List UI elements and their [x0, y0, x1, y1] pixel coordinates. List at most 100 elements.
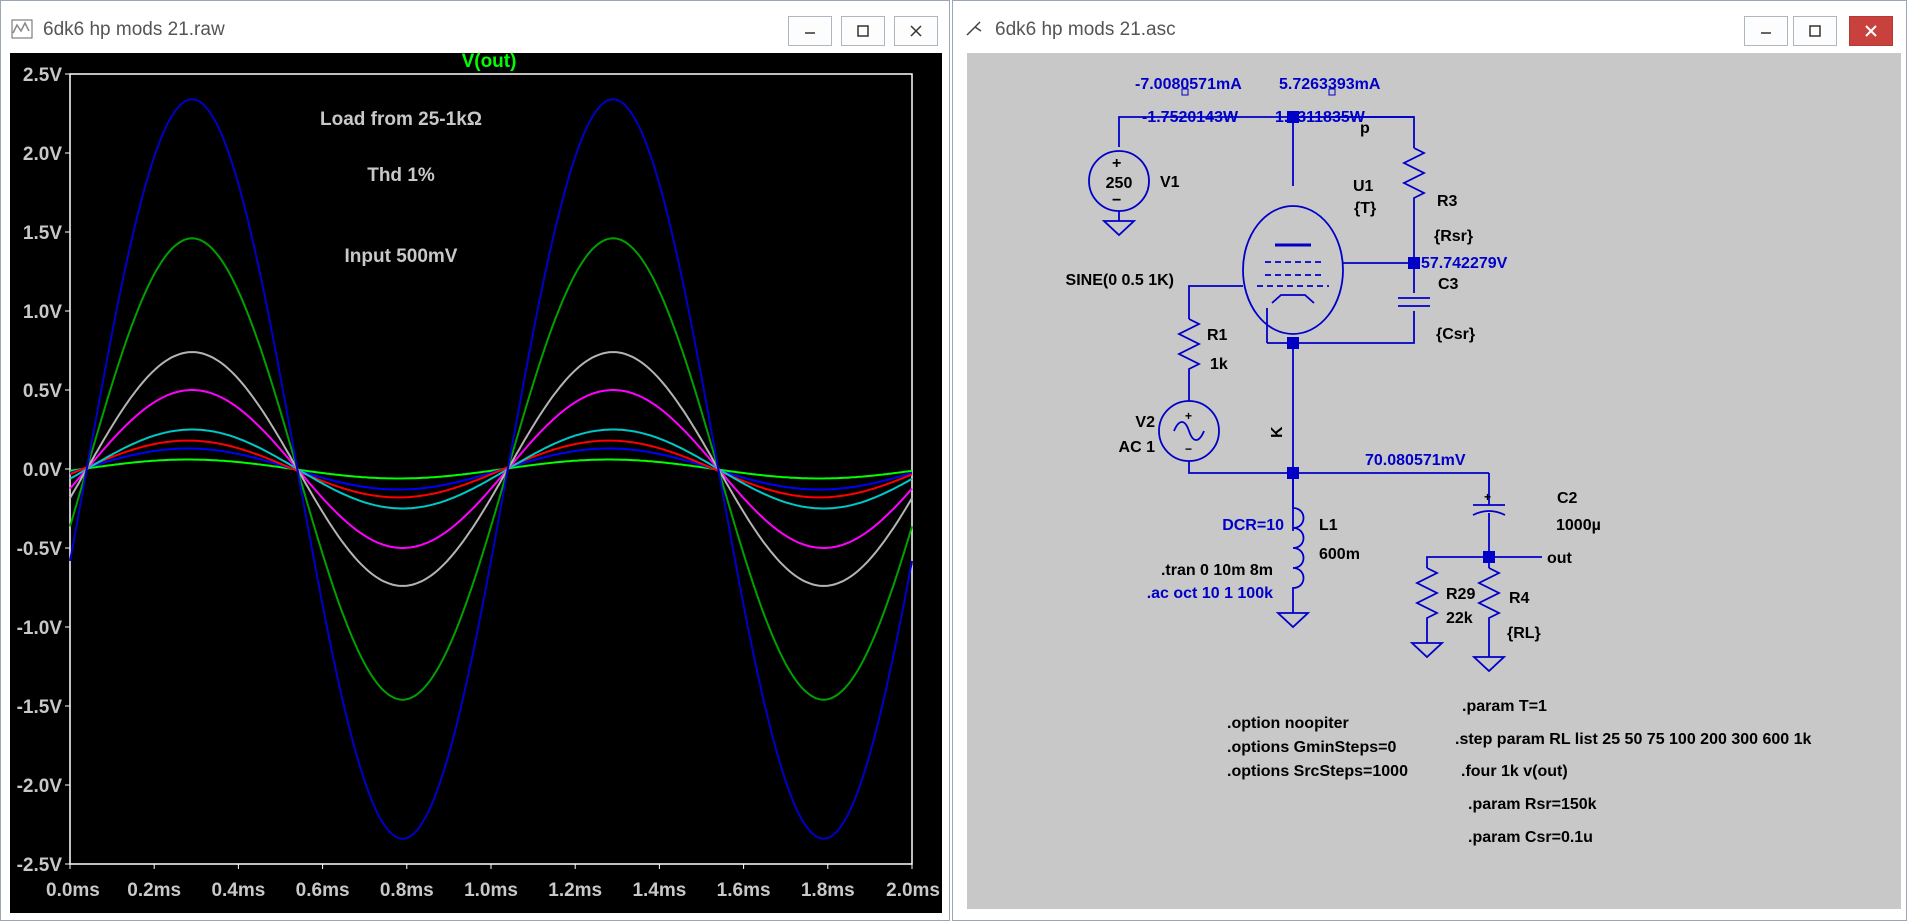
y-tick-label: 2.0V: [23, 144, 62, 165]
waveform-plot-area[interactable]: V(out) 2.5V 2.0V 1.5V 1.0V 0.5V 0.0V -0.5V -1.0…: [10, 51, 942, 913]
vout-trace[interactable]: [69, 98, 913, 840]
l1-name[interactable]: L1: [1319, 517, 1338, 534]
node-dot: [1287, 337, 1299, 349]
waveform-app-icon: [11, 19, 33, 39]
vout-trace[interactable]: [69, 351, 913, 587]
c3-name[interactable]: C3: [1438, 276, 1459, 293]
wire-grid[interactable]: [1188, 285, 1243, 319]
minimize-button[interactable]: [1744, 16, 1788, 46]
maximize-icon: [857, 25, 869, 37]
node-dot: [1408, 257, 1420, 269]
maximize-button[interactable]: [1793, 16, 1837, 46]
tran-directive[interactable]: .tran 0 10m 8m: [1161, 562, 1273, 579]
v2-value[interactable]: AC 1: [1119, 439, 1156, 456]
v1-name[interactable]: V1: [1160, 174, 1180, 191]
vout-trace[interactable]: [69, 458, 913, 480]
r4-name[interactable]: R4: [1509, 590, 1530, 607]
y-tick-label: -0.5V: [17, 539, 63, 560]
directive-srcsteps[interactable]: .options SrcSteps=1000: [1227, 763, 1408, 780]
schematic-canvas[interactable]: + − + − + -7.0080571mA 5.7263393mA -1.75…: [967, 53, 1901, 909]
c3-capacitor[interactable]: [1398, 297, 1430, 307]
trace-label[interactable]: V(out): [462, 51, 517, 72]
node-dot: [1287, 467, 1299, 479]
r29-value[interactable]: 22k: [1446, 610, 1473, 627]
r29-resistor[interactable]: [1414, 567, 1440, 643]
r3-resistor[interactable]: [1401, 147, 1427, 263]
y-tick-label: -1.0V: [17, 618, 63, 639]
schematic-drawing[interactable]: + − + − + -7.0080571mA 5.7263393mA -1.75…: [967, 53, 1901, 909]
power-2[interactable]: 1.4311835W: [1275, 109, 1366, 126]
annotation-thd: Thd 1%: [367, 165, 435, 186]
plus-sign: +: [1185, 409, 1192, 423]
c3-value[interactable]: {Csr}: [1436, 326, 1475, 343]
directive-gminsteps[interactable]: .options GminSteps=0: [1227, 739, 1396, 756]
v1-value[interactable]: 250: [1106, 175, 1133, 192]
node-out-label[interactable]: out: [1547, 550, 1573, 567]
directive-four[interactable]: .four 1k v(out): [1461, 763, 1568, 780]
u1-tube[interactable]: [1242, 205, 1344, 335]
waveform-window[interactable]: 6dk6 hp mods 21.raw V(out) 2.5V 2.0V 1.5V 1…: [0, 0, 950, 921]
directive-noopiter[interactable]: .option noopiter: [1227, 715, 1349, 732]
r4-resistor[interactable]: [1476, 567, 1502, 657]
close-button[interactable]: [894, 16, 938, 46]
cathode-voltage[interactable]: 70.080571mV: [1365, 452, 1466, 469]
current-1[interactable]: -7.0080571mA: [1135, 76, 1242, 93]
r3-value[interactable]: {Rsr}: [1434, 228, 1473, 245]
x-tick-label: 0.6ms: [296, 880, 350, 901]
vout-trace[interactable]: [69, 237, 913, 701]
schematic-titlebar[interactable]: 6dk6 hp mods 21.asc: [953, 1, 1906, 53]
v2-name[interactable]: V2: [1135, 414, 1155, 431]
vout-trace[interactable]: [69, 447, 913, 491]
ground-icon: [1275, 612, 1311, 629]
directive-param-csr[interactable]: .param Csr=0.1u: [1468, 829, 1593, 846]
c2-name[interactable]: C2: [1557, 490, 1578, 507]
y-tick-label: 0.5V: [23, 381, 62, 402]
dcr-label[interactable]: DCR=10: [1222, 517, 1284, 534]
r1-resistor[interactable]: [1176, 318, 1202, 401]
u1-name[interactable]: U1: [1353, 178, 1374, 195]
l1-value[interactable]: 600m: [1319, 546, 1360, 563]
waveform-window-title: 6dk6 hp mods 21.raw: [43, 19, 225, 40]
waveform-titlebar[interactable]: 6dk6 hp mods 21.raw: [1, 1, 949, 53]
schematic-app-icon: [966, 21, 982, 36]
c2-value[interactable]: 1000µ: [1556, 517, 1601, 534]
minus-sign: −: [1185, 442, 1192, 456]
schematic-window[interactable]: 6dk6 hp mods 21.asc + − + − + -7.0080571…: [952, 0, 1907, 921]
close-icon: [910, 25, 922, 37]
node-k-label[interactable]: K: [1269, 426, 1286, 438]
current-2[interactable]: 5.7263393mA: [1279, 76, 1381, 93]
minimize-button[interactable]: [788, 16, 832, 46]
annotation-load: Load from 25-1kΩ: [320, 109, 482, 130]
y-tick-label: 0.0V: [23, 460, 62, 481]
x-tick-label: 0.0ms: [46, 880, 100, 901]
power-1[interactable]: -1.7520143W: [1142, 109, 1239, 126]
l1-inductor[interactable]: [1292, 473, 1305, 613]
c2-capacitor[interactable]: [1472, 473, 1506, 557]
directive-param-rsr[interactable]: .param Rsr=150k: [1468, 796, 1597, 813]
directive-param-t[interactable]: .param T=1: [1462, 698, 1547, 715]
r4-value[interactable]: {RL}: [1507, 625, 1541, 642]
r1-name[interactable]: R1: [1207, 327, 1228, 344]
x-tick-label: 1.2ms: [548, 880, 602, 901]
x-tick-label: 1.4ms: [632, 880, 686, 901]
node-p-label[interactable]: p: [1360, 120, 1370, 137]
r29-name[interactable]: R29: [1446, 586, 1475, 603]
y-tick-label: -1.5V: [17, 697, 63, 718]
r3-name[interactable]: R3: [1437, 193, 1458, 210]
node-dot: [1483, 551, 1495, 563]
maximize-button[interactable]: [841, 16, 885, 46]
screen-voltage[interactable]: 57.742279V: [1421, 255, 1508, 272]
u1-value[interactable]: {T}: [1354, 200, 1376, 217]
close-button[interactable]: [1849, 16, 1893, 46]
y-tick-label: -2.5V: [17, 855, 63, 876]
directive-step-rl[interactable]: .step param RL list 25 50 75 100 200 300…: [1455, 731, 1811, 748]
plus-sign: +: [1112, 155, 1121, 172]
x-tick-label: 1.6ms: [717, 880, 771, 901]
ac-directive[interactable]: .ac oct 10 1 100k: [1147, 585, 1273, 602]
ground-icon: [1101, 220, 1137, 237]
annotation-input: Input 500mV: [345, 246, 458, 267]
y-tick-label: 2.5V: [23, 65, 62, 86]
sine-source-label[interactable]: SINE(0 0.5 1K): [1066, 272, 1174, 289]
waveform-chart[interactable]: V(out) 2.5V 2.0V 1.5V 1.0V 0.5V 0.0V -0.5V -1.0…: [10, 51, 942, 913]
r1-value[interactable]: 1k: [1210, 356, 1228, 373]
